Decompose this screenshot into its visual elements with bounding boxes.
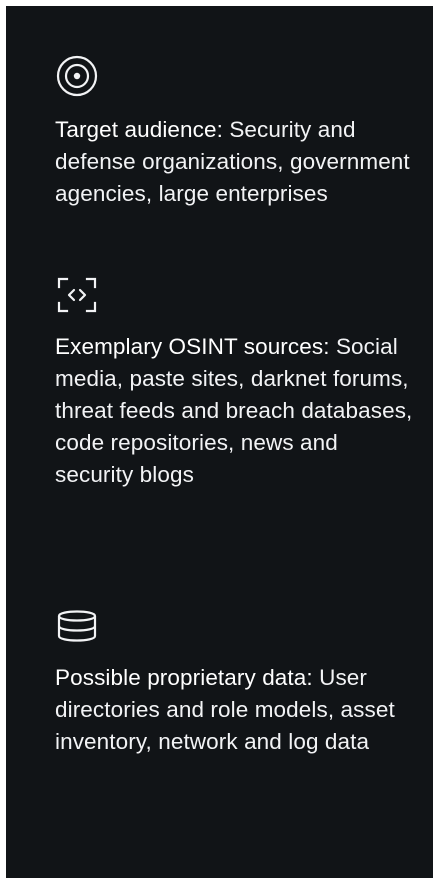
database-icon [55,604,99,648]
osint-sources-label: Exemplary OSINT sources: [55,334,330,359]
target-icon [55,54,99,98]
proprietary-data-section: Possible proprietary data: User directori… [55,604,415,758]
code-brackets-icon [55,273,99,317]
target-audience-text: Target audience: Security and defense org… [55,114,415,210]
proprietary-data-text: Possible proprietary data: User directori… [55,662,415,758]
osint-sources-section: Exemplary OSINT sources: Social media, pa… [55,273,415,491]
proprietary-data-label: Possible proprietary data: [55,665,313,690]
target-audience-section: Target audience: Security and defense org… [55,54,415,210]
target-audience-label: Target audience: [55,117,223,142]
info-panel: Target audience: Security and defense org… [6,6,433,878]
osint-sources-text: Exemplary OSINT sources: Social media, pa… [55,331,415,491]
